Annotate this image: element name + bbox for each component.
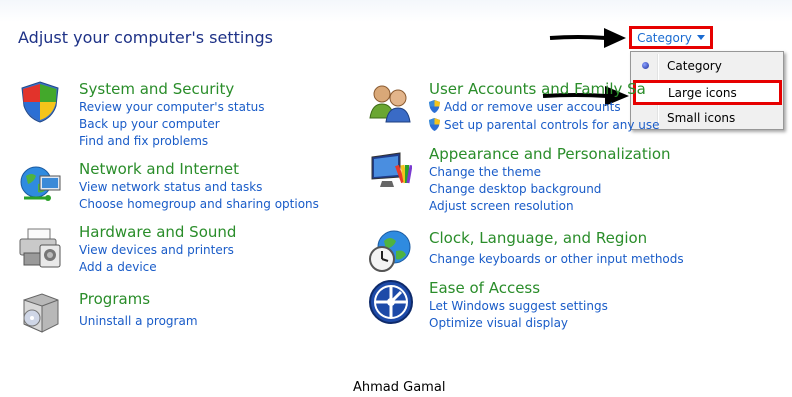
- category-network-internet: Network and Internet View network status…: [18, 160, 319, 211]
- menu-item-label: Category: [667, 59, 722, 73]
- printer-icon: [19, 228, 61, 268]
- category-system-security: System and Security Review your computer…: [18, 80, 318, 150]
- category-link[interactable]: Review your computer's status: [79, 100, 265, 114]
- page-title: Adjust your computer's settings: [18, 28, 273, 47]
- view-by-dropdown[interactable]: Category: [629, 26, 713, 49]
- category-link[interactable]: Change desktop background: [429, 182, 601, 196]
- ease-of-access-icon: [369, 280, 413, 324]
- menu-item-label: Large icons: [668, 86, 737, 100]
- category-link[interactable]: Back up your computer: [79, 117, 220, 131]
- category-hardware-sound: Hardware and Sound View devices and prin…: [18, 223, 318, 274]
- radio-selected-icon: [642, 62, 649, 69]
- shield-icon: [21, 81, 59, 123]
- category-link[interactable]: Uninstall a program: [79, 314, 198, 328]
- view-by-value: Category: [637, 30, 692, 45]
- category-title[interactable]: Clock, Language, and Region: [429, 229, 647, 247]
- annotation-arrow-icon: [549, 28, 626, 48]
- programs-box-icon: [23, 293, 59, 333]
- category-link[interactable]: Change keyboards or other input methods: [429, 252, 684, 266]
- category-link-label: Add or remove user accounts: [444, 100, 621, 114]
- category-clock-language: Clock, Language, and Region Change keybo…: [368, 229, 684, 277]
- category-title[interactable]: Hardware and Sound: [79, 223, 236, 241]
- category-link[interactable]: Find and fix problems: [79, 134, 208, 148]
- monitor-palette-icon: [371, 152, 412, 187]
- category-link[interactable]: Choose homegroup and sharing options: [79, 197, 319, 211]
- category-user-accounts: User Accounts and Family Sa Add or remov…: [368, 80, 659, 136]
- category-ease-of-access: Ease of Access Let Windows suggest setti…: [368, 279, 668, 331]
- category-link[interactable]: Change the theme: [429, 165, 541, 179]
- users-icon: [369, 85, 411, 123]
- menu-item-label: Small icons: [667, 111, 736, 125]
- category-title[interactable]: User Accounts and Family Sa: [429, 80, 646, 98]
- category-link[interactable]: Set up parental controls for any use: [429, 118, 659, 132]
- category-link[interactable]: Adjust screen resolution: [429, 199, 574, 213]
- category-link[interactable]: Add or remove user accounts: [429, 100, 621, 114]
- uac-shield-icon: [429, 100, 440, 113]
- category-appearance: Appearance and Personalization Change th…: [368, 145, 671, 215]
- globe-network-icon: [20, 166, 61, 201]
- category-link-label: Set up parental controls for any use: [444, 118, 660, 132]
- clock-globe-icon: [369, 230, 411, 272]
- category-title[interactable]: Network and Internet: [79, 160, 239, 178]
- category-programs: Programs Uninstall a program: [18, 290, 318, 334]
- category-link[interactable]: View network status and tasks: [79, 180, 262, 194]
- category-link[interactable]: Optimize visual display: [429, 316, 568, 330]
- category-title[interactable]: Programs: [79, 290, 150, 308]
- uac-shield-icon: [429, 118, 440, 131]
- category-link[interactable]: View devices and printers: [79, 243, 234, 257]
- category-title[interactable]: Ease of Access: [429, 279, 540, 297]
- category-title[interactable]: System and Security: [79, 80, 234, 98]
- menu-item-category[interactable]: Category: [633, 55, 781, 77]
- author-caption: Ahmad Gamal: [353, 380, 446, 395]
- category-link[interactable]: Add a device: [79, 260, 157, 274]
- category-title[interactable]: Appearance and Personalization: [429, 145, 671, 163]
- chevron-down-icon: [696, 35, 705, 40]
- menu-item-large-icons[interactable]: Large icons: [633, 80, 782, 105]
- category-link[interactable]: Let Windows suggest settings: [429, 299, 608, 313]
